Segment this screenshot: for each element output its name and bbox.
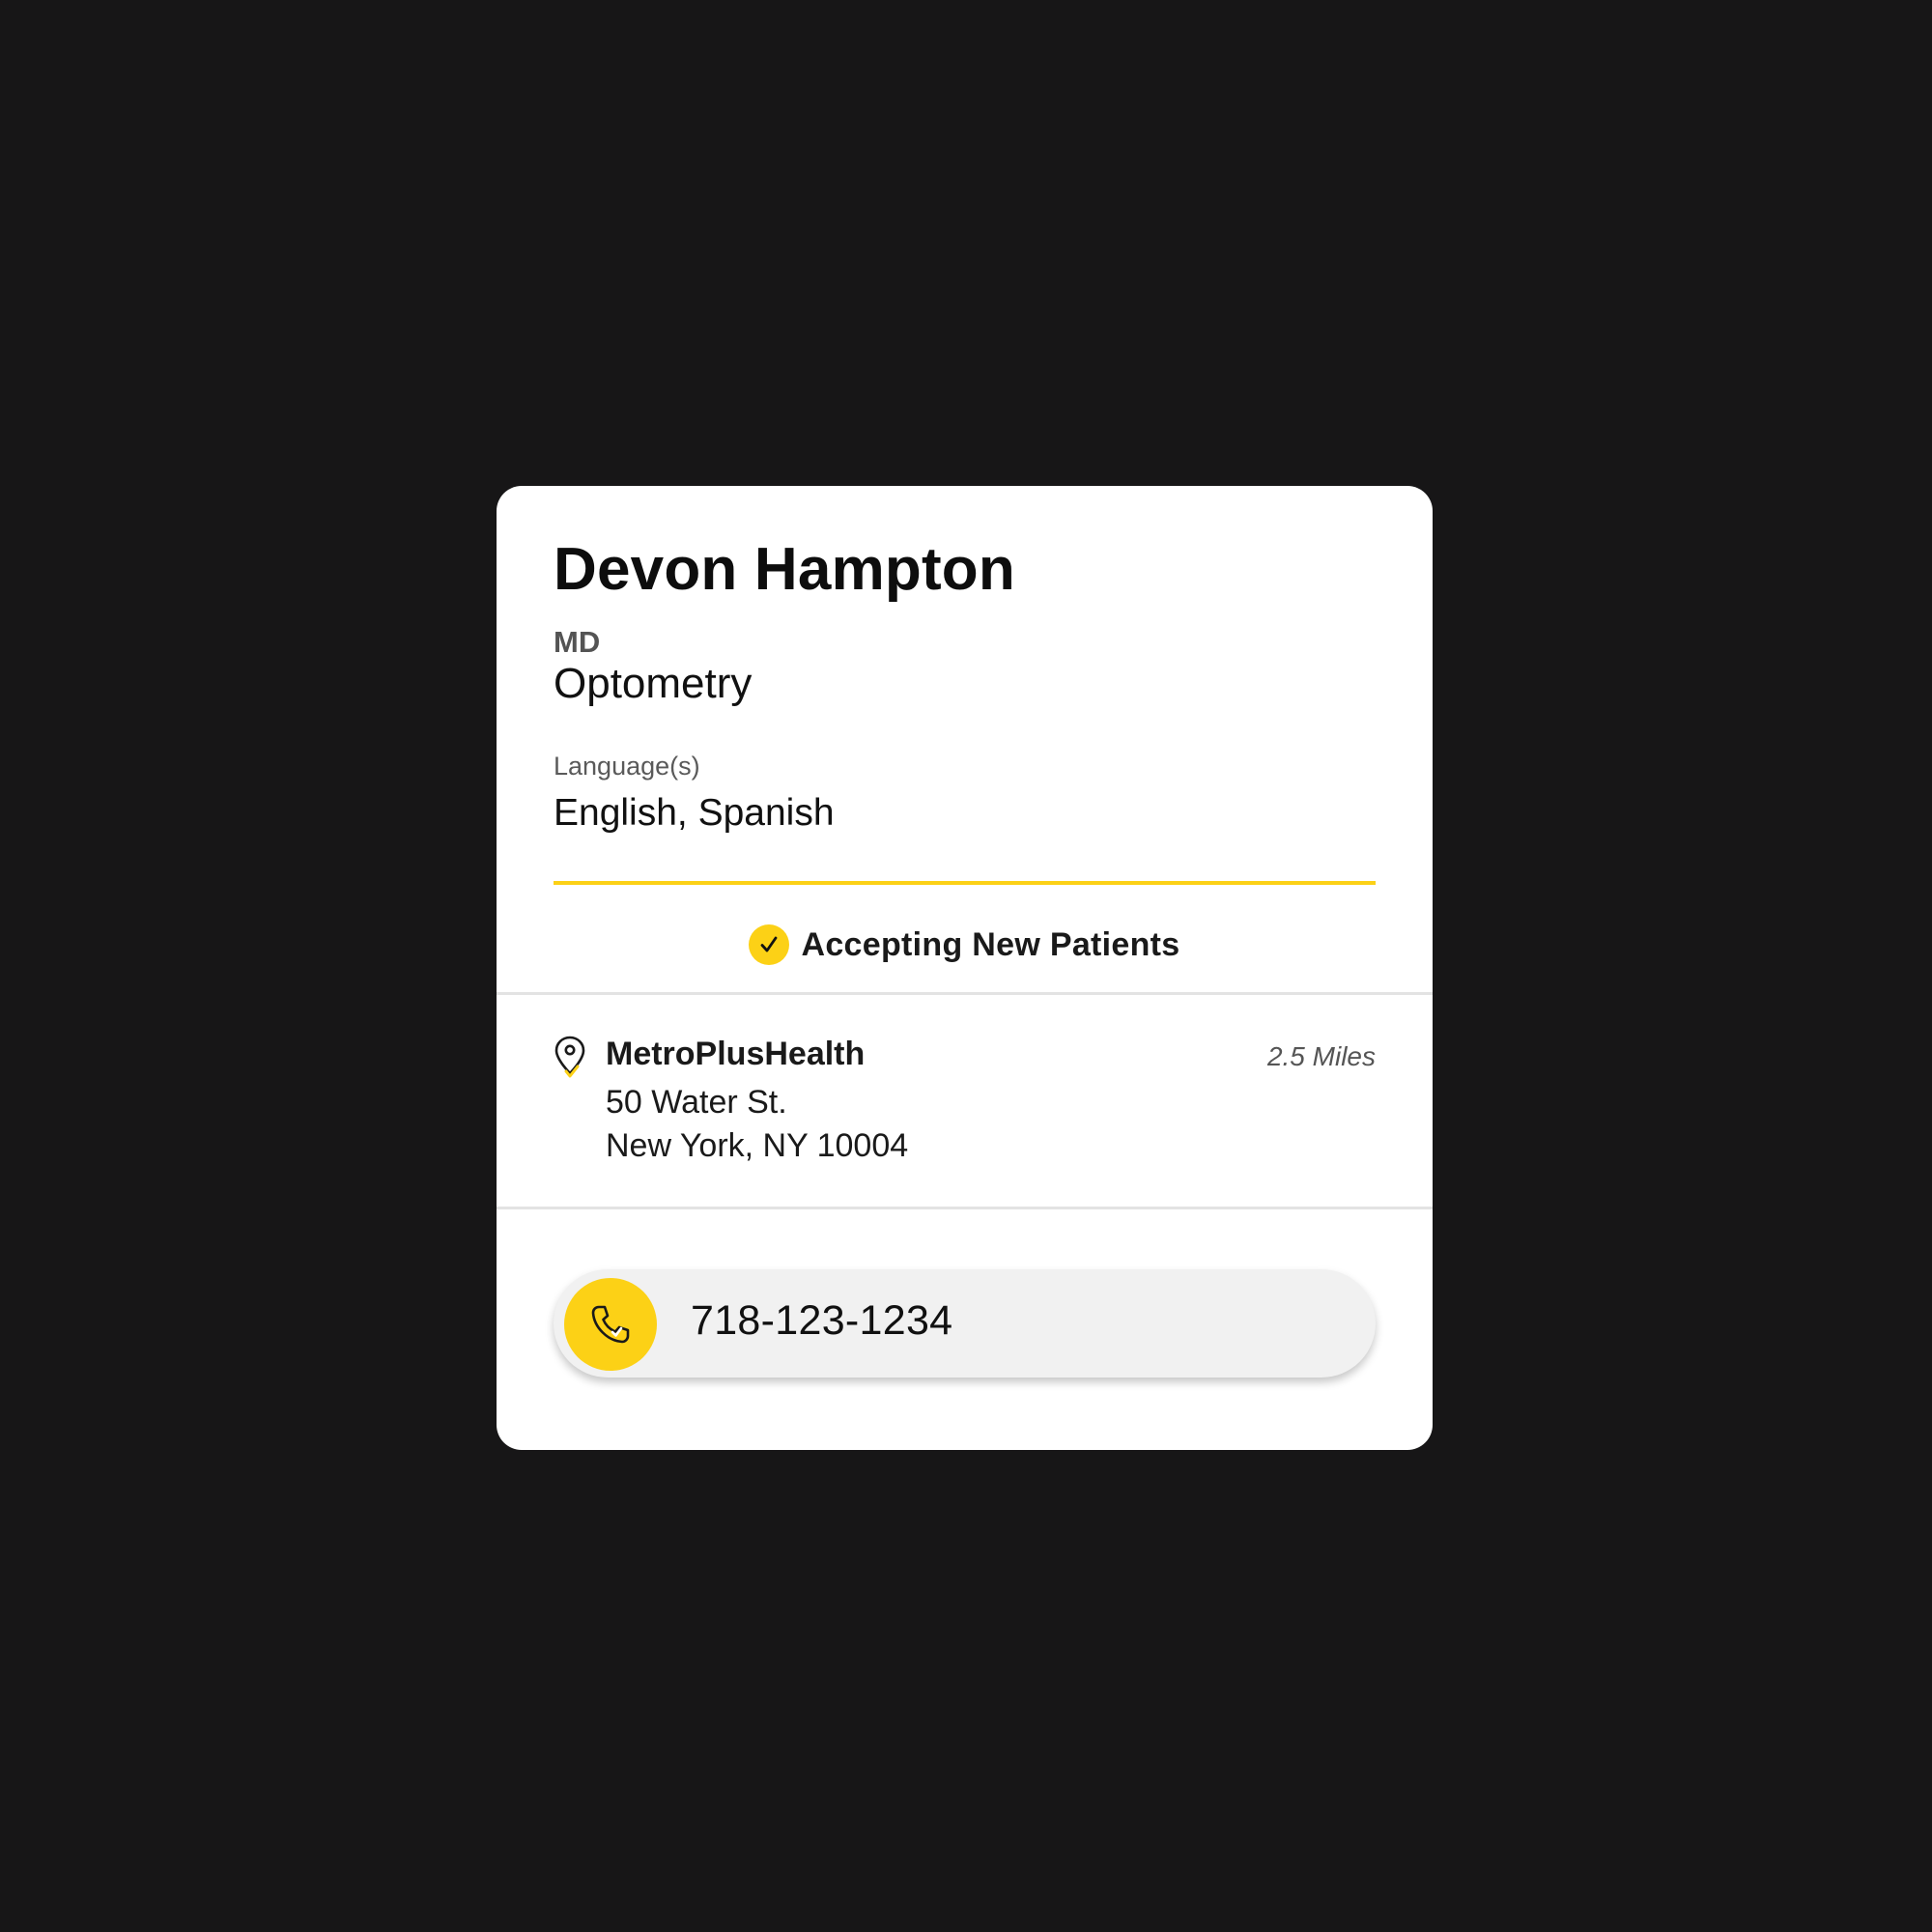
accent-divider: [554, 881, 1376, 885]
provider-credential: MD: [554, 625, 601, 659]
languages-value: English, Spanish: [554, 792, 835, 834]
provider-specialty: Optometry: [554, 660, 753, 707]
accepting-status: Accepting New Patients: [497, 916, 1433, 974]
provider-card: Devon Hampton MD Optometry Language(s) E…: [497, 486, 1433, 1450]
phone-icon: [564, 1278, 657, 1371]
location-block: MetroPlusHealth 50 Water St. New York, N…: [554, 1032, 1376, 1177]
check-circle-icon: [749, 924, 790, 965]
provider-name: Devon Hampton: [554, 536, 1015, 603]
phone-number: 718-123-1234: [691, 1297, 953, 1344]
section-divider: [497, 992, 1433, 995]
map-pin-icon: [554, 1035, 586, 1081]
address-line-1: 50 Water St.: [606, 1084, 787, 1121]
location-name[interactable]: MetroPlusHealth: [606, 1037, 865, 1070]
address-line-2: New York, NY 10004: [606, 1127, 909, 1164]
call-phone-button[interactable]: 718-123-1234: [554, 1269, 1376, 1378]
languages-label: Language(s): [554, 752, 700, 781]
distance-label: 2.5 Miles: [1266, 1041, 1376, 1071]
section-divider: [497, 1207, 1433, 1209]
accepting-status-label: Accepting New Patients: [801, 925, 1180, 963]
